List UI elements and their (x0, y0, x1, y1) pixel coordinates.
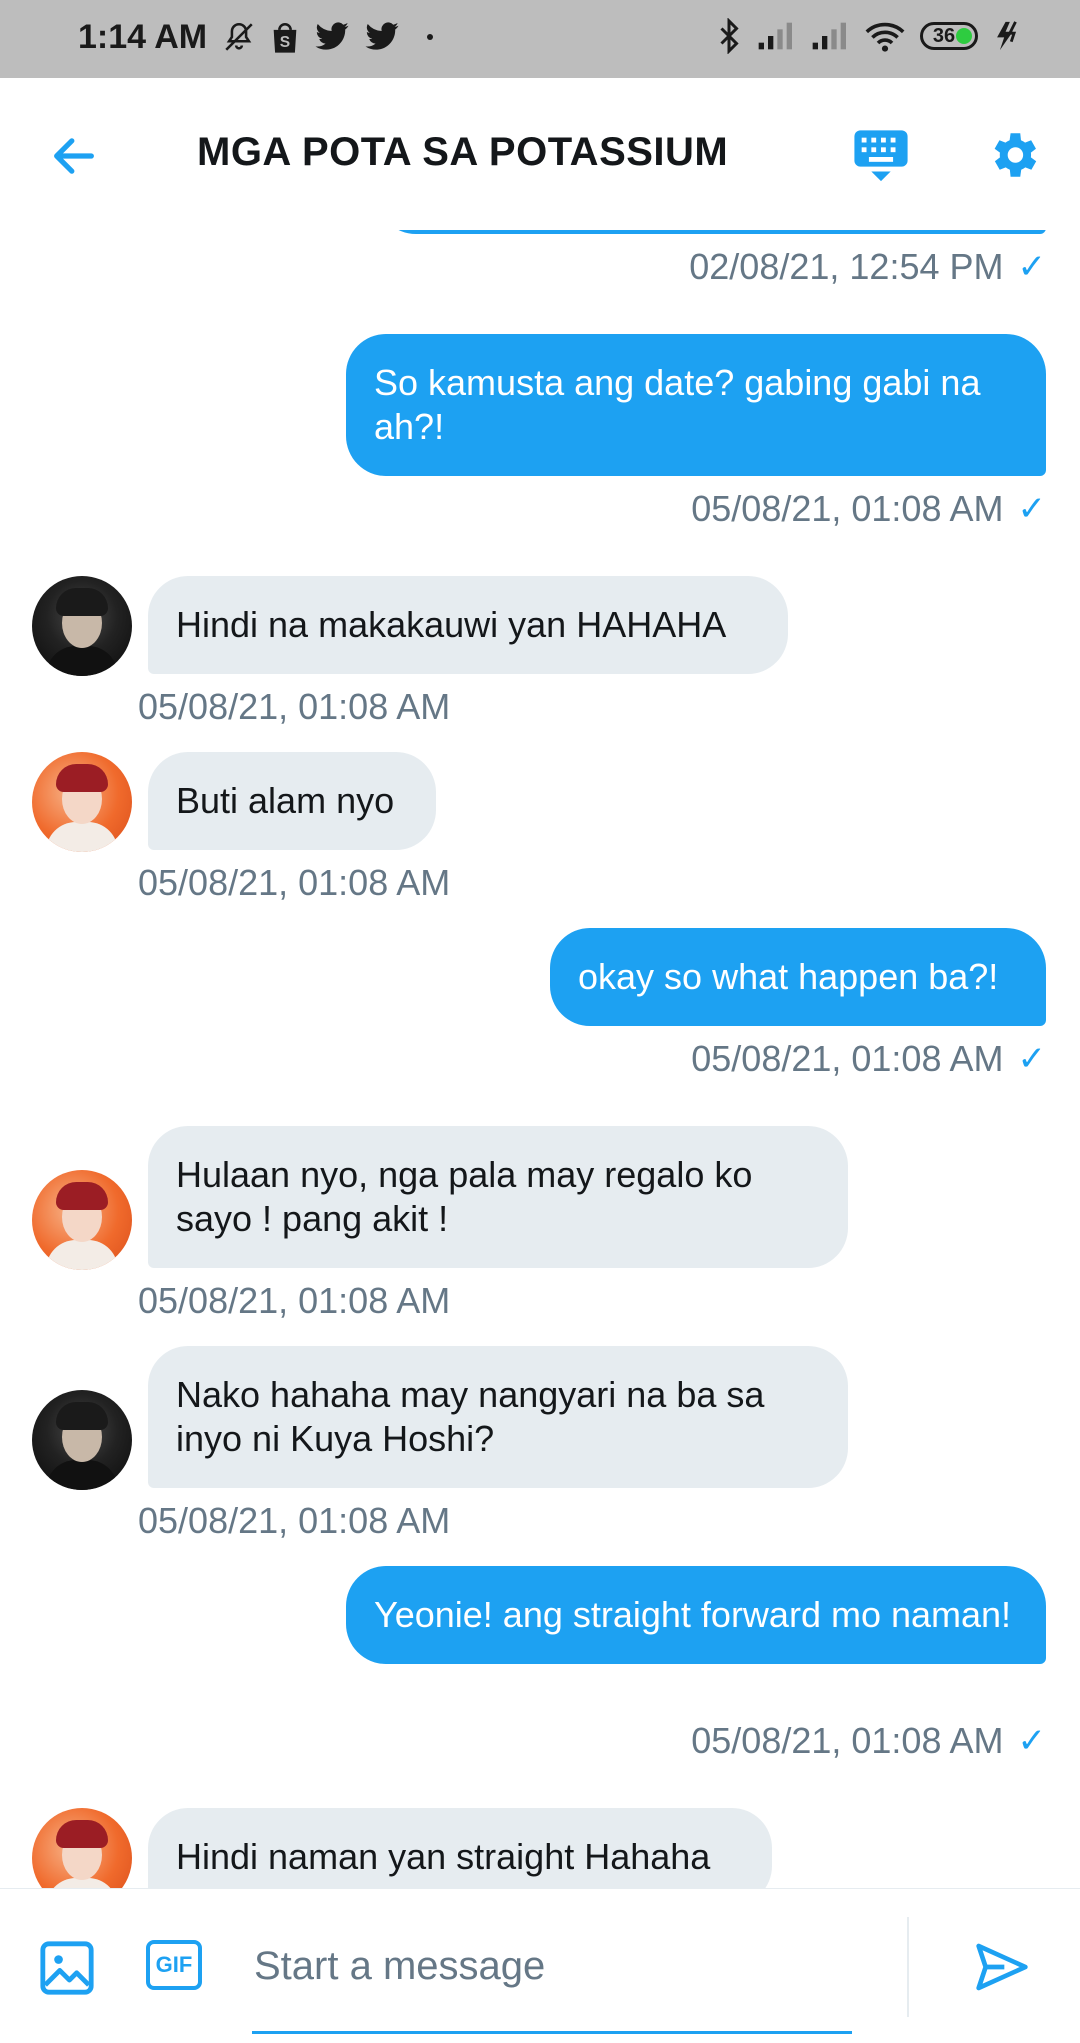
status-bar: 1:14 AM S 36 (0, 0, 1080, 78)
bluetooth-icon (720, 18, 739, 54)
charging-icon (997, 21, 1017, 51)
input-underline (252, 2031, 852, 2034)
send-button[interactable] (974, 1939, 1030, 2000)
message-bubble-outgoing[interactable]: okay so what happen ba?! (550, 928, 1046, 1026)
signal-icon (812, 22, 846, 50)
avatar[interactable] (32, 1170, 132, 1270)
message-timestamp: 05/08/21, 01:08 AM ✓ (691, 1038, 1047, 1079)
composer-divider (907, 1917, 909, 2017)
signal-icon (758, 22, 792, 50)
message-bubble-incoming[interactable]: Hindi na makakauwi yan HAHAHA (148, 576, 788, 674)
avatar[interactable] (32, 1808, 132, 1888)
send-icon (976, 1943, 1028, 1991)
status-left-icons: S (222, 20, 438, 54)
message-bubble-outgoing[interactable] (376, 230, 1046, 234)
message-timestamp: 05/08/21, 01:08 AM (138, 1500, 451, 1541)
message-bubble-outgoing[interactable]: So kamusta ang date? gabing gabi na ah?! (346, 334, 1046, 476)
gif-button[interactable]: GIF (146, 1940, 202, 1990)
message-bubble-outgoing[interactable]: Yeonie! ang straight forward mo naman! (346, 1566, 1046, 1664)
arrow-left-icon (54, 138, 94, 174)
message-timestamp: 05/08/21, 01:08 AM ✓ (691, 1720, 1047, 1761)
message-composer: GIF (0, 1888, 1080, 2043)
battery-level: 36 (932, 24, 956, 47)
message-bubble-incoming[interactable]: Buti alam nyo (148, 752, 436, 850)
back-button[interactable] (48, 130, 100, 187)
svg-text:S: S (280, 34, 290, 51)
message-bubble-incoming[interactable]: Nako hahaha may nangyari na ba sa inyo n… (148, 1346, 848, 1488)
message-timestamp: 05/08/21, 01:08 AM (138, 1280, 451, 1321)
status-time: 1:14 AM (78, 18, 208, 56)
message-bubble-incoming[interactable]: Hindi naman yan straight Hahaha (148, 1808, 772, 1888)
message-timestamp: 05/08/21, 01:08 AM (138, 862, 451, 903)
mute-bell-icon (225, 22, 253, 51)
check-icon: ✓ (1017, 248, 1047, 286)
avatar[interactable] (32, 576, 132, 676)
gear-icon (994, 133, 1037, 177)
message-timestamp: 05/08/21, 01:08 AM ✓ (691, 488, 1047, 529)
image-button[interactable] (38, 1939, 96, 2002)
battery-icon: 36 (920, 22, 978, 50)
image-icon (40, 1941, 94, 1995)
twitter-icon (365, 22, 399, 50)
conversation-title: MGA POTA SA POTASSIUM (197, 130, 729, 174)
keyboard-icon (854, 130, 908, 182)
wifi-icon (865, 22, 905, 52)
check-icon: ✓ (1017, 490, 1047, 528)
message-input[interactable] (252, 1925, 856, 2007)
message-timestamp: 02/08/21, 12:54 PM ✓ (689, 246, 1047, 287)
message-list[interactable]: 02/08/21, 12:54 PM ✓ So kamusta ang date?… (0, 230, 1080, 1888)
check-icon: ✓ (1017, 1040, 1047, 1078)
avatar[interactable] (32, 1390, 132, 1490)
conversation-header: MGA POTA SA POTASSIUM (0, 78, 1080, 230)
twitter-icon (315, 22, 349, 50)
message-bubble-incoming[interactable]: Hulaan nyo, nga pala may regalo ko sayo … (148, 1126, 848, 1268)
check-icon: ✓ (1017, 1722, 1047, 1760)
avatar[interactable] (32, 752, 132, 852)
shopee-icon: S (273, 23, 297, 53)
message-timestamp: 05/08/21, 01:08 AM (138, 686, 451, 727)
settings-button[interactable] (984, 126, 1042, 189)
keyboard-button[interactable] (852, 128, 910, 191)
status-right-icons: 36 (716, 18, 1022, 54)
gif-label: GIF (155, 1952, 193, 1977)
dot-icon (427, 34, 433, 40)
